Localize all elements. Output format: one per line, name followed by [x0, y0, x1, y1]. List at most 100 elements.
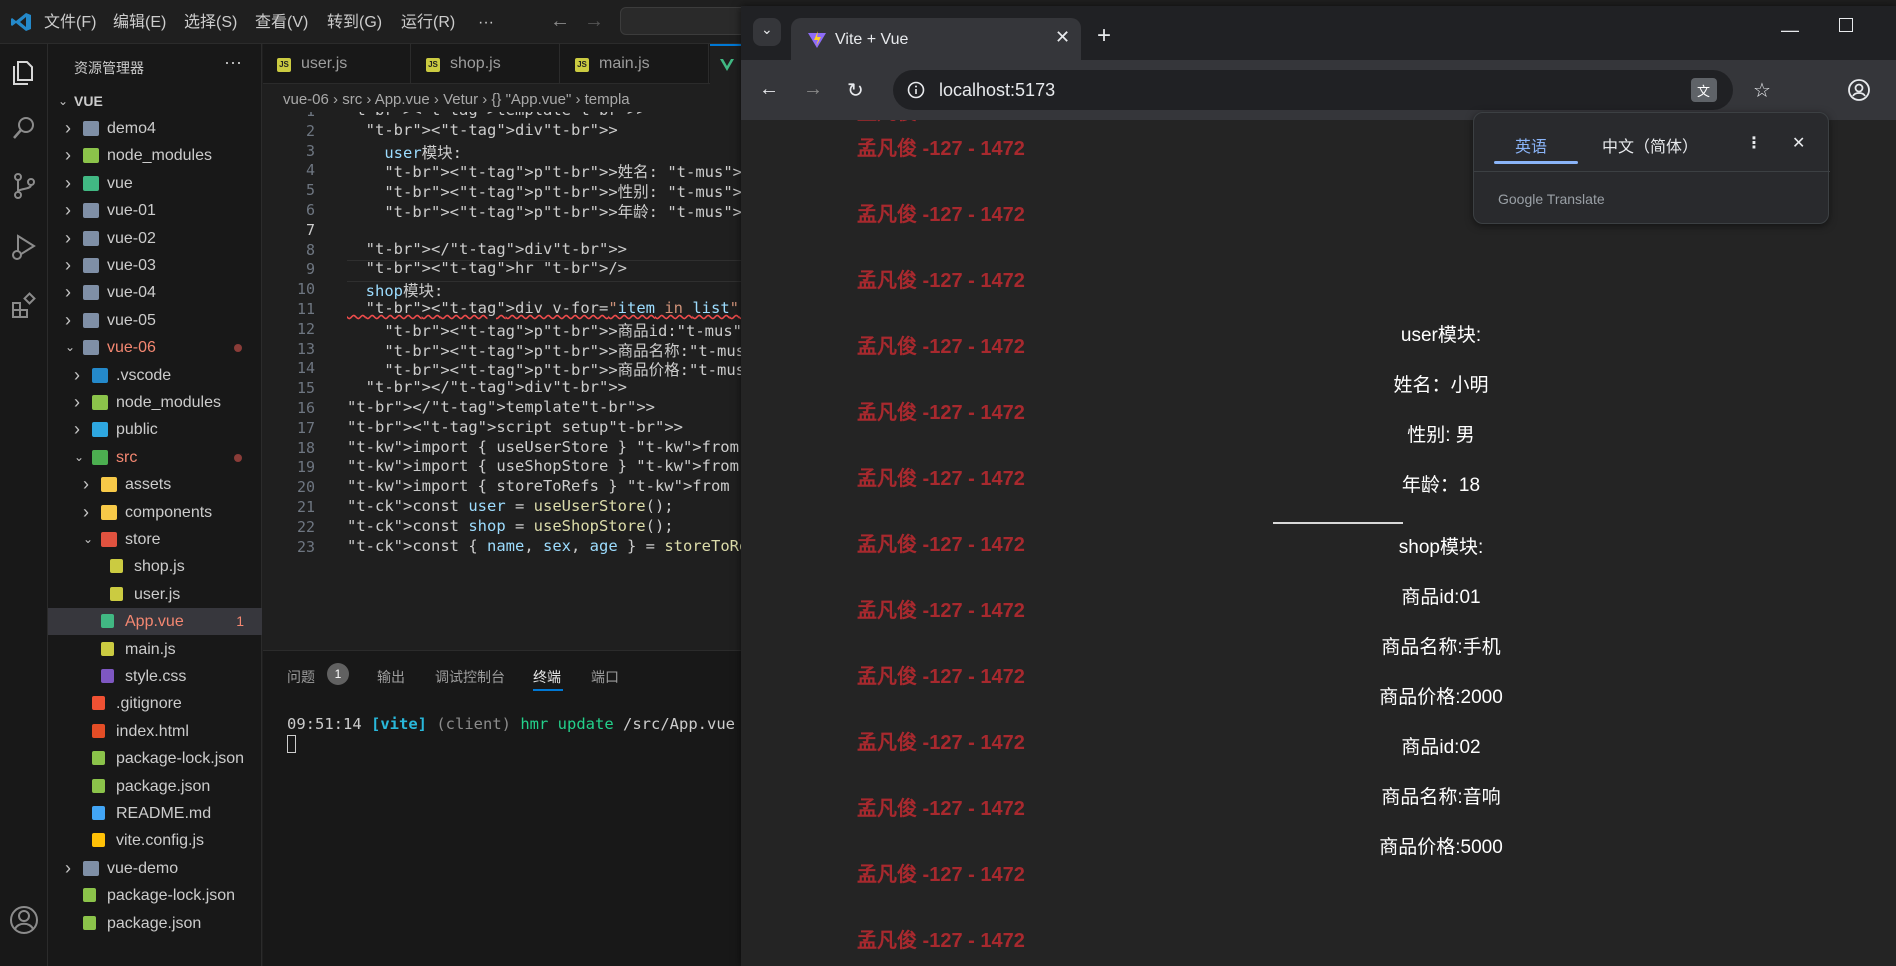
tree-item-index-html[interactable]: index.html: [48, 718, 262, 745]
chevron-right-icon: ›: [65, 172, 71, 193]
tree-item-label: package-lock.json: [116, 750, 245, 768]
json-file-icon: [92, 778, 105, 793]
panel-tab-terminal[interactable]: 终端: [533, 667, 561, 687]
new-tab-icon[interactable]: +: [1097, 22, 1111, 50]
search-icon[interactable]: [6, 110, 42, 146]
terminal-output[interactable]: 09:51:14 [vite] (client) hmr update /src…: [287, 715, 763, 733]
account-icon[interactable]: [6, 902, 42, 938]
tree-item-vue[interactable]: › vue: [48, 170, 262, 197]
line-number: 11: [296, 300, 315, 318]
tree-item-package-json[interactable]: package.json: [48, 773, 262, 800]
tree-item-vue-06[interactable]: ⌄ vue-06: [48, 334, 262, 361]
tree-item-vite-config-js[interactable]: vite.config.js: [48, 827, 262, 854]
address-bar[interactable]: localhost:5173 文: [893, 70, 1733, 110]
tab-search-button[interactable]: ⌄: [753, 18, 781, 46]
tab-user-js[interactable]: JS user.js: [263, 44, 411, 84]
tree-item-node-modules[interactable]: › node_modules: [48, 142, 262, 169]
tree-item-user-js[interactable]: user.js: [48, 581, 262, 608]
tree-item-label: node_modules: [116, 394, 221, 411]
forward-icon[interactable]: →: [803, 78, 823, 101]
chevron-right-icon: ›: [83, 474, 89, 495]
minimize-icon[interactable]: —: [1781, 20, 1799, 41]
tree-item-vue-05[interactable]: › vue-05: [48, 307, 262, 334]
more-options-icon[interactable]: ⋮: [1746, 133, 1762, 153]
browser-tab[interactable]: Vite + Vue ✕: [791, 18, 1081, 60]
folder-icon: [83, 175, 99, 191]
tree-item-label: components: [125, 503, 213, 521]
panel-tab-output[interactable]: 输出: [377, 667, 405, 687]
tree-item-readme-md[interactable]: README.md: [48, 800, 262, 827]
translate-icon[interactable]: 文: [1691, 78, 1717, 102]
reload-icon[interactable]: ↻: [847, 78, 864, 103]
tree-item-demo4[interactable]: › demo4: [48, 115, 262, 142]
run-debug-icon[interactable]: [6, 228, 42, 264]
tab-shop-js[interactable]: JS shop.js: [412, 44, 560, 84]
workspace-root[interactable]: ⌄ VUE: [48, 88, 262, 115]
tab-main-js[interactable]: JS main.js: [561, 44, 709, 84]
watermark-text: 孟凡俊 -127 - 1472: [857, 930, 1025, 952]
folder-icon: [83, 230, 99, 246]
tree-item-vscode[interactable]: › .vscode: [48, 362, 262, 389]
tree-item-public[interactable]: › public: [48, 416, 262, 443]
lang-target-tab[interactable]: 中文（简体）: [1602, 133, 1698, 157]
tree-item-shop-js[interactable]: shop.js: [48, 553, 262, 580]
vscode-logo-icon: [11, 13, 31, 31]
tree-item-components[interactable]: › components: [48, 499, 262, 526]
popup-divider: [1474, 171, 1830, 172]
tree-item-node-modules[interactable]: › node_modules: [48, 389, 262, 416]
tree-item-app-vue[interactable]: App.vue 1: [48, 608, 262, 636]
close-popup-icon[interactable]: ✕: [1792, 133, 1805, 153]
extensions-icon[interactable]: [6, 288, 42, 324]
line-number: 1: [263, 112, 315, 120]
menu-go[interactable]: 转到(G): [327, 13, 382, 33]
tree-item-package-lock-json[interactable]: package-lock.json: [48, 882, 262, 909]
shop-module-title: shop模块:: [1398, 537, 1484, 558]
tree-item-vue-demo[interactable]: › vue-demo: [48, 855, 262, 882]
line-number: 21: [296, 498, 315, 516]
forward-arrow-icon[interactable]: →: [584, 10, 604, 33]
tree-item-assets[interactable]: › assets: [48, 471, 262, 498]
close-tab-icon[interactable]: ✕: [1055, 27, 1070, 48]
back-icon[interactable]: ←: [759, 78, 779, 101]
tree-item-label: vue: [107, 174, 133, 192]
source-control-icon[interactable]: [6, 168, 42, 204]
code-editor[interactable]: 1234567891011121314151617181920212223 "t…: [263, 112, 741, 650]
menu-selection[interactable]: 选择(S): [184, 13, 237, 33]
tab-app-vue[interactable]: [710, 44, 741, 84]
tree-item-label: package.json: [116, 777, 211, 795]
user-age: 年龄：18: [1401, 475, 1481, 496]
lang-source-tab[interactable]: 英语: [1515, 133, 1547, 157]
profile-icon[interactable]: [1847, 78, 1871, 102]
chevron-right-icon: ›: [65, 857, 71, 878]
chevron-down-icon: ⌄: [74, 449, 85, 464]
panel-tab-debug-console[interactable]: 调试控制台: [435, 667, 505, 687]
tree-item-style-css[interactable]: style.css: [48, 663, 262, 690]
tree-item-vue-02[interactable]: › vue-02: [48, 225, 262, 252]
tree-item-vue-04[interactable]: › vue-04: [48, 279, 262, 306]
tree-item-gitignore[interactable]: .gitignore: [48, 690, 262, 717]
tree-item-vue-01[interactable]: › vue-01: [48, 197, 262, 224]
tree-item-package-lock-json[interactable]: package-lock.json: [48, 745, 262, 772]
back-arrow-icon[interactable]: ←: [550, 10, 570, 33]
menu-edit[interactable]: 编辑(E): [113, 13, 166, 33]
panel-tab-problems[interactable]: 问题: [287, 667, 315, 687]
site-info-icon[interactable]: [907, 81, 925, 99]
browser-tab-title: Vite + Vue: [835, 31, 909, 48]
explorer-icon[interactable]: [6, 54, 42, 90]
tree-item-package-json[interactable]: package.json: [48, 910, 262, 937]
tree-item-vue-03[interactable]: › vue-03: [48, 252, 262, 279]
menu-view[interactable]: 查看(V): [255, 13, 308, 33]
tree-item-main-js[interactable]: main.js: [48, 636, 262, 663]
tree-item-label: node_modules: [107, 147, 212, 165]
menu-run[interactable]: 运行(R): [401, 13, 455, 33]
menu-more[interactable]: ···: [478, 13, 494, 33]
tree-item-store[interactable]: ⌄ store: [48, 526, 262, 553]
more-actions-icon[interactable]: ···: [224, 52, 242, 73]
tree-item-src[interactable]: ⌄ src: [48, 444, 262, 471]
panel-tab-ports[interactable]: 端口: [591, 667, 619, 687]
maximize-icon[interactable]: [1839, 18, 1853, 32]
breadcrumb[interactable]: vue-06 › src › App.vue › Vetur › {} "App…: [263, 88, 741, 112]
browser-tab-bar: ⌄ Vite + Vue ✕ + —: [741, 6, 1896, 60]
menu-file[interactable]: 文件(F): [44, 13, 96, 33]
bookmark-star-icon[interactable]: ☆: [1753, 78, 1771, 103]
